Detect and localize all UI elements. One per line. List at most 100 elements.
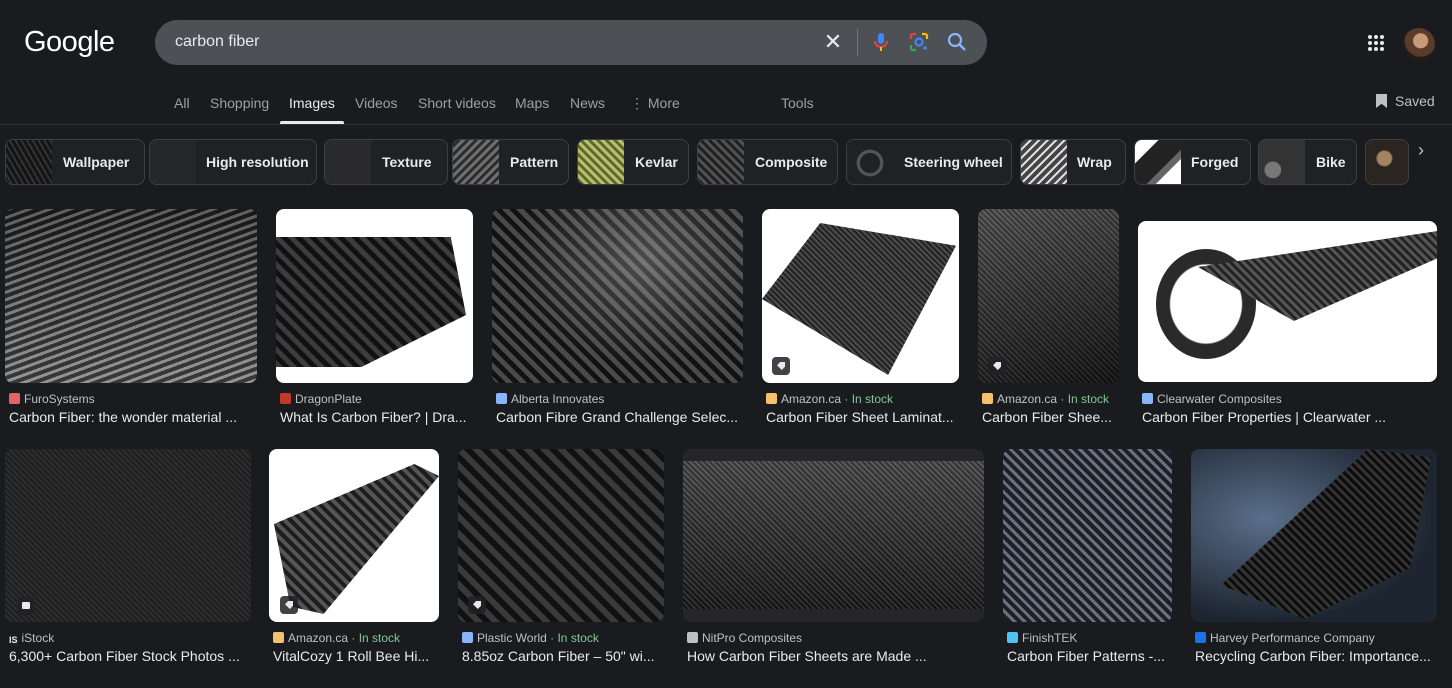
result-source: Clearwater Composites [1142,392,1282,406]
close-icon[interactable]: ✕ [821,30,845,54]
result-image[interactable] [1003,449,1172,622]
chip-label: Texture [382,154,432,170]
chip-texture[interactable]: Texture [324,139,448,185]
saved-button[interactable]: Saved [1376,93,1435,109]
chip-label: Steering wheel [904,154,1003,170]
result-image[interactable] [5,209,257,383]
result-card[interactable]: FuroSystems Carbon Fiber: the wonder mat… [5,209,257,429]
apps-grid-icon[interactable] [1366,33,1386,53]
avatar[interactable] [1403,28,1435,60]
search-bar[interactable]: carbon fiber ✕ [155,20,987,65]
result-card[interactable]: NitPro Composites How Carbon Fiber Sheet… [683,449,984,669]
chip-thumbnail [1021,140,1067,184]
result-image[interactable] [683,449,984,622]
result-image[interactable] [276,209,473,383]
result-title[interactable]: How Carbon Fiber Sheets are Made ... [687,648,983,664]
result-image[interactable] [1138,221,1437,382]
source-name: FuroSystems [24,392,95,406]
price-tag-icon [468,596,486,614]
in-stock-label: · In stock [844,392,894,406]
source-name: Amazon.ca [781,392,842,406]
tab-news[interactable]: News [570,95,605,111]
tab-more[interactable]: ⋮ More [630,95,680,112]
result-title[interactable]: Carbon Fiber Patterns -... [1007,648,1171,664]
result-image[interactable] [492,209,743,383]
result-source: Amazon.ca · In stock [766,392,893,406]
result-title[interactable]: 6,300+ Carbon Fiber Stock Photos ... [9,648,249,664]
result-card[interactable]: Amazon.ca · In stock Carbon Fiber Sheet … [762,209,959,429]
price-tag-icon [280,596,298,614]
site-favicon [273,632,284,643]
source-name: iStock [21,631,55,645]
chip-label: High resolution [206,154,309,170]
result-image[interactable] [978,209,1119,383]
chevron-right-icon[interactable]: › [1418,140,1424,161]
site-favicon [1007,632,1018,643]
chip-pattern[interactable]: Pattern [452,139,569,185]
result-title[interactable]: What Is Carbon Fiber? | Dra... [280,409,472,425]
chip-composite[interactable]: Composite [697,139,838,185]
chip-label: Bike [1316,154,1346,170]
source-name: FinishTEK [1022,631,1078,645]
result-source: IS iStock [9,631,54,646]
result-title[interactable]: Carbon Fiber Properties | Clearwater ... [1142,409,1432,425]
google-logo[interactable]: Google [24,26,115,59]
site-favicon [9,393,20,404]
chip-thumbnail [698,140,744,184]
search-icon[interactable] [945,30,969,54]
result-card[interactable]: Plastic World · In stock 8.85oz Carbon F… [458,449,664,669]
chip-thumbnail [325,140,371,184]
price-tag-icon [988,357,1006,375]
source-name: Harvey Performance Company [1210,631,1375,645]
chip-thumbnail [150,140,196,184]
result-image[interactable] [458,449,664,622]
result-title[interactable]: VitalCozy 1 Roll Bee Hi... [273,648,437,664]
mic-icon[interactable] [869,30,893,54]
tab-shopping[interactable]: Shopping [210,95,269,111]
tab-maps[interactable]: Maps [515,95,549,111]
result-source: Harvey Performance Company [1195,631,1375,645]
result-title[interactable]: 8.85oz Carbon Fiber – 50" wi... [462,648,662,664]
result-card[interactable]: Harvey Performance Company Recycling Car… [1191,449,1437,669]
chip-thumbnail [453,140,499,184]
result-card[interactable]: Amazon.ca · In stock VitalCozy 1 Roll Be… [269,449,439,669]
source-name: Clearwater Composites [1157,392,1282,406]
source-name: Amazon.ca [288,631,349,645]
result-title[interactable]: Carbon Fibre Grand Challenge Selec... [496,409,743,425]
result-image[interactable] [269,449,439,622]
result-card[interactable]: DragonPlate What Is Carbon Fiber? | Dra.… [276,209,473,429]
chip-steering-wheel[interactable]: Steering wheel [846,139,1012,185]
site-favicon [1195,632,1206,643]
chip-wrap[interactable]: Wrap [1020,139,1126,185]
chip-kevlar[interactable]: Kevlar [577,139,689,185]
chip-label: Kevlar [635,154,678,170]
result-image[interactable] [1191,449,1437,622]
site-favicon [1142,393,1153,404]
tab-short-videos[interactable]: Short videos [418,95,496,111]
chip-bike[interactable]: Bike [1258,139,1357,185]
result-image[interactable] [762,209,959,383]
chip-label: Wallpaper [63,154,130,170]
result-card[interactable]: Amazon.ca · In stock Carbon Fiber Shee..… [978,209,1119,429]
chip-more-partial[interactable] [1365,139,1409,185]
result-card[interactable]: FinishTEK Carbon Fiber Patterns -... [1003,449,1172,669]
result-image[interactable] [5,449,251,622]
tab-images[interactable]: Images [289,95,335,111]
chip-high-resolution[interactable]: High resolution [149,139,317,185]
result-card[interactable]: IS iStock 6,300+ Carbon Fiber Stock Photo… [5,449,251,669]
tab-videos[interactable]: Videos [355,95,398,111]
google-lens-icon[interactable] [907,30,931,54]
search-query[interactable]: carbon fiber [175,33,260,51]
tab-tools[interactable]: Tools [781,95,814,111]
result-title[interactable]: Carbon Fiber Sheet Laminat... [766,409,958,425]
stacked-sheets [683,461,984,609]
chip-forged[interactable]: Forged [1134,139,1251,185]
result-title[interactable]: Carbon Fiber: the wonder material ... [9,409,254,425]
tab-all[interactable]: All [174,95,190,111]
result-card[interactable]: Clearwater Composites Carbon Fiber Prope… [1138,209,1437,429]
result-title[interactable]: Recycling Carbon Fiber: Importance... [1195,648,1437,664]
result-card[interactable]: Alberta Innovates Carbon Fibre Grand Cha… [492,209,743,429]
chip-label: Wrap [1077,154,1112,170]
chip-wallpaper[interactable]: Wallpaper [5,139,145,185]
result-title[interactable]: Carbon Fiber Shee... [982,409,1117,425]
